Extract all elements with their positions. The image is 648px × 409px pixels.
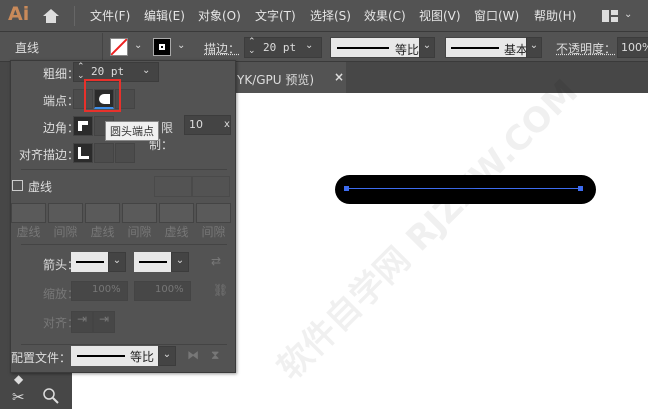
highlight-box: [84, 79, 121, 112]
gap-field-label: 间隙: [53, 225, 78, 239]
flip-horizontal-icon[interactable]: ⧓: [187, 348, 199, 362]
limit-unit: x: [224, 119, 230, 130]
swap-arrows-icon[interactable]: ⇄: [211, 254, 221, 268]
tooltip: 圆头端点: [105, 121, 159, 141]
stroke-swatch[interactable]: [153, 38, 171, 56]
home-icon[interactable]: [42, 8, 60, 24]
eraser-icon[interactable]: ◆: [14, 372, 23, 386]
tool-name: 直线: [15, 41, 40, 55]
weight-label: 粗细：: [42, 67, 79, 81]
control-bar: 直线 ⌄ ⌄ 描边： ⌃ ⌄ 20 pt ⌄ 等比 ⌄ 基本 ⌄ 不透明度： 10…: [0, 33, 648, 62]
gap-field-label: 间隙: [127, 225, 152, 239]
corner-label: 边角：: [42, 121, 79, 135]
stroke-dropdown[interactable]: ⌄: [177, 40, 185, 51]
arrow-align-extend-button[interactable]: ⇥: [71, 311, 93, 333]
stroke-panel: 粗细： ⌃ ⌄ 20 pt ⌄ 端点： 边角： 限制： 10 x 圆头端点 对齐描…: [10, 60, 236, 373]
dash-field-label: 虚线: [16, 225, 41, 239]
app-logo: Ai: [8, 3, 30, 25]
dash-align-button[interactable]: [192, 176, 230, 197]
align-inside-button[interactable]: [94, 143, 114, 163]
brush-definition[interactable]: 基本 ⌄: [445, 37, 542, 58]
arrow-align-place-button[interactable]: ⇥: [93, 311, 115, 333]
menu-edit[interactable]: 编辑(E): [144, 7, 185, 24]
fill-swatch[interactable]: [110, 38, 128, 56]
profile-label: 配置文件：: [11, 351, 72, 365]
gap-field-label: 间隙: [201, 225, 226, 239]
opacity-field[interactable]: 100%: [617, 37, 648, 58]
align-outside-button[interactable]: [115, 143, 135, 163]
dash-input[interactable]: [11, 203, 46, 223]
zoom-icon[interactable]: [42, 387, 60, 405]
menu-help[interactable]: 帮助(H): [534, 7, 576, 24]
menu-select[interactable]: 选择(S): [310, 7, 351, 24]
menu-window[interactable]: 窗口(W): [474, 7, 519, 24]
dash-input[interactable]: [159, 203, 194, 223]
chevron-down-icon[interactable]: ⌄: [624, 9, 632, 20]
stroke-weight-field[interactable]: ⌃ ⌄ 20 pt ⌄: [244, 37, 322, 58]
align-center-button[interactable]: [73, 143, 93, 163]
gap-input[interactable]: [122, 203, 157, 223]
end-scale-field[interactable]: 100%: [134, 281, 191, 301]
link-scale-icon[interactable]: ⛓: [213, 283, 228, 297]
dash-preserve-button[interactable]: [154, 176, 192, 197]
variable-width-profile[interactable]: 等比 ⌄: [330, 37, 435, 58]
dash-fields: 虚线 间隙 虚线 间隙 虚线 间隙: [11, 203, 231, 240]
end-arrowhead-select[interactable]: ⌄: [134, 252, 189, 272]
profile-select[interactable]: 等比 ⌄: [71, 346, 176, 366]
gap-input[interactable]: [48, 203, 83, 223]
start-arrowhead-select[interactable]: ⌄: [71, 252, 126, 272]
miter-join-button[interactable]: [73, 116, 93, 136]
menu-bar: Ai 文件(F) 编辑(E) 对象(O) 文字(T) 选择(S) 效果(C) 视…: [0, 0, 648, 32]
gap-input[interactable]: [196, 203, 231, 223]
cap-label: 端点：: [42, 94, 79, 108]
fill-dropdown[interactable]: ⌄: [134, 40, 142, 51]
document-tab-bar: YK/GPU 预览) ×: [236, 62, 648, 93]
dashed-checkbox[interactable]: [12, 180, 23, 191]
menu-type[interactable]: 文字(T): [255, 7, 296, 24]
menu-effect[interactable]: 效果(C): [364, 7, 406, 24]
dash-field-label: 虚线: [164, 225, 189, 239]
dash-field-label: 虚线: [90, 225, 115, 239]
menu-view[interactable]: 视图(V): [419, 7, 461, 24]
scissors-icon[interactable]: ✂: [12, 388, 25, 406]
stroke-label: 描边：: [204, 42, 241, 56]
workspace-layout-icon[interactable]: [602, 10, 618, 22]
start-scale-field[interactable]: 100%: [71, 281, 128, 301]
document-tab[interactable]: YK/GPU 预览) ×: [236, 62, 346, 93]
watermark: 软件自学网 RJZXW.COM: [269, 71, 586, 388]
close-tab-button[interactable]: ×: [334, 70, 344, 84]
menu-file[interactable]: 文件(F): [90, 7, 130, 24]
dash-input[interactable]: [85, 203, 120, 223]
opacity-label: 不透明度：: [556, 42, 617, 56]
align-stroke-label: 对齐描边：: [18, 148, 79, 162]
menu-object[interactable]: 对象(O): [198, 7, 241, 24]
flip-vertical-icon[interactable]: ⧗: [211, 348, 219, 363]
dashed-label: 虚线: [28, 180, 53, 194]
